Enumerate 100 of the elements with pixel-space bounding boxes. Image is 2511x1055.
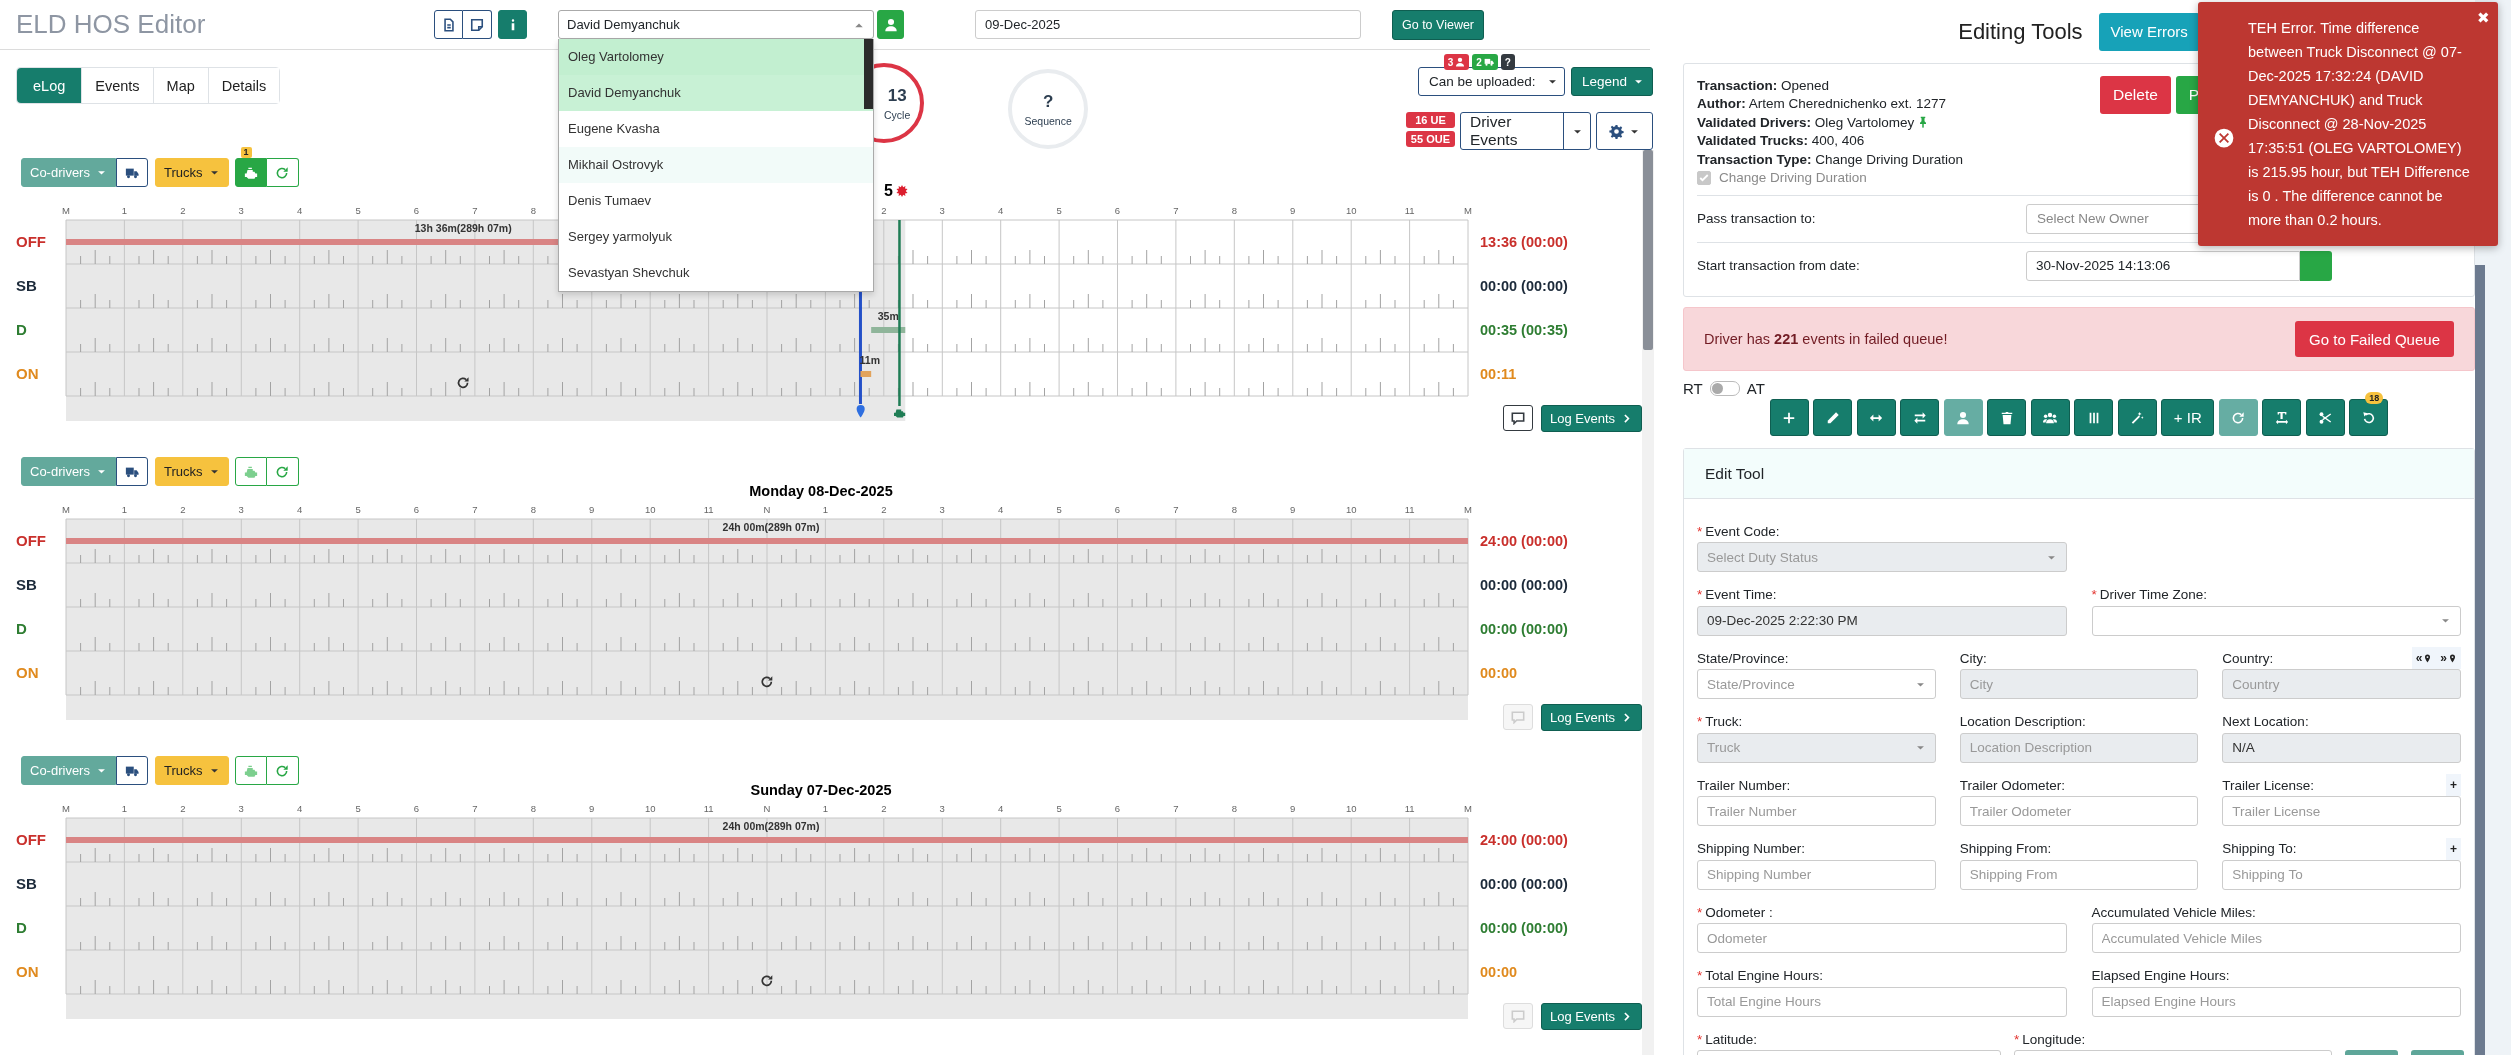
scrollbar[interactable] bbox=[864, 39, 873, 109]
driver-option[interactable]: Mikhail Ostrovyk bbox=[559, 147, 873, 183]
required-mark: * bbox=[2014, 1031, 2020, 1047]
input-field[interactable]: Trailer Number bbox=[1697, 796, 1936, 826]
status-label: OFF bbox=[15, 830, 47, 850]
tool-button[interactable] bbox=[1769, 399, 1809, 436]
count-badge[interactable]: ? bbox=[1500, 54, 1515, 70]
hour-label: 10 bbox=[644, 504, 656, 515]
status-total: 24:00 (00:00) bbox=[1480, 532, 1569, 551]
small-button[interactable]: + bbox=[2446, 774, 2461, 796]
tab[interactable]: Details bbox=[207, 68, 280, 103]
input-field[interactable]: Accumulated Vehicle Miles bbox=[2091, 923, 2461, 953]
date-field[interactable]: 30-Nov-2025 14:13:06 bbox=[2026, 250, 2300, 281]
field-label: Shipping To: bbox=[2222, 841, 2297, 856]
input-field[interactable]: Trailer License bbox=[2222, 796, 2461, 826]
truck-button[interactable] bbox=[115, 158, 148, 187]
app-title: ELD HOS Editor bbox=[16, 9, 207, 40]
input-field[interactable]: Shipping Number bbox=[1697, 859, 1936, 890]
input-field[interactable]: Shipping To bbox=[2222, 859, 2461, 890]
trucks-button[interactable]: Trucks bbox=[154, 158, 229, 187]
transaction-info: Transaction: Opened bbox=[1697, 77, 1830, 93]
input-field[interactable]: Elapsed Engine Hours bbox=[2091, 986, 2461, 1017]
select-field[interactable] bbox=[2091, 605, 2461, 636]
driver-select[interactable]: David Demyanchuk bbox=[558, 10, 874, 39]
calendar-button[interactable] bbox=[2300, 250, 2332, 281]
refresh-button[interactable] bbox=[266, 158, 299, 187]
truck-button[interactable] bbox=[115, 457, 148, 486]
events-select[interactable]: Driver Events bbox=[1460, 112, 1591, 150]
driver-option[interactable]: Denis Tumaev bbox=[559, 183, 873, 219]
sync-icon[interactable] bbox=[761, 975, 773, 987]
tool-button[interactable] bbox=[1813, 399, 1853, 436]
close-button[interactable]: ✖ bbox=[2475, 8, 2492, 27]
tool-button[interactable] bbox=[1856, 399, 1896, 436]
driver-option[interactable]: Sevastyan Shevchuk bbox=[559, 255, 873, 291]
engine-button[interactable] bbox=[234, 457, 267, 486]
driver-option[interactable]: Eugene Kvasha bbox=[559, 111, 873, 147]
hour-label: 10 bbox=[1345, 205, 1357, 216]
engine-button[interactable] bbox=[234, 158, 267, 187]
queue-badge: 16 UE bbox=[1405, 112, 1455, 128]
input-field[interactable]: Trailer Odometer bbox=[1959, 796, 2199, 826]
log-events-button[interactable]: Log Events bbox=[1540, 1003, 1642, 1030]
tool-button[interactable] bbox=[2305, 399, 2345, 436]
truck-icon bbox=[1483, 57, 1494, 67]
hour-label: M bbox=[1464, 205, 1472, 216]
tool-button[interactable] bbox=[1900, 399, 1940, 436]
settings-button[interactable] bbox=[1596, 112, 1653, 150]
hour-label: 1 bbox=[121, 504, 128, 515]
hour-label: M bbox=[62, 803, 70, 814]
small-button[interactable]: + bbox=[2446, 837, 2461, 860]
document-button[interactable] bbox=[434, 10, 463, 39]
refresh-button[interactable] bbox=[266, 457, 299, 486]
status-label: SB bbox=[15, 276, 38, 296]
hour-label: 8 bbox=[1231, 205, 1237, 216]
sync-icon[interactable] bbox=[761, 676, 773, 688]
hour-label: 9 bbox=[589, 504, 595, 515]
engine-button[interactable] bbox=[234, 756, 267, 785]
duty-segment[interactable] bbox=[860, 371, 872, 377]
input-field[interactable]: Shipping From bbox=[1959, 859, 2199, 890]
user-button[interactable] bbox=[877, 10, 904, 39]
delete-button[interactable]: Delete bbox=[2100, 76, 2171, 114]
refresh-button[interactable] bbox=[266, 756, 299, 785]
tool-button[interactable] bbox=[2117, 399, 2157, 436]
duty-segment[interactable] bbox=[871, 327, 906, 333]
tool-button[interactable] bbox=[2349, 399, 2389, 436]
field-label: State/Province: bbox=[1697, 650, 1789, 666]
driver-option[interactable]: Sergey yarmolyuk bbox=[559, 219, 873, 255]
tool-button[interactable]: + IR bbox=[2161, 399, 2215, 436]
driver-option[interactable]: David Demyanchuk bbox=[559, 75, 873, 111]
scrollbar[interactable] bbox=[2475, 265, 2485, 1055]
info-button[interactable] bbox=[498, 10, 527, 39]
scrollbar[interactable] bbox=[1643, 150, 1653, 350]
hour-label: 3 bbox=[238, 504, 244, 515]
text-width-icon bbox=[2274, 410, 2289, 425]
tool-button[interactable] bbox=[2262, 399, 2302, 436]
hour-label: 6 bbox=[1114, 205, 1121, 216]
hour-label: M bbox=[1464, 803, 1472, 814]
hour-label: 8 bbox=[1231, 803, 1237, 814]
go-to-viewer-button[interactable]: Go to Viewer bbox=[1392, 9, 1485, 40]
note-button[interactable] bbox=[463, 10, 492, 39]
date-field[interactable]: 09-Dec-2025 bbox=[975, 10, 1361, 39]
legend-button[interactable]: Legend bbox=[1570, 67, 1653, 96]
trucks-button[interactable]: Trucks bbox=[154, 756, 229, 785]
trucks-button[interactable]: Trucks bbox=[154, 457, 229, 486]
hour-label: 3 bbox=[939, 205, 945, 216]
toggle-switch[interactable] bbox=[1709, 381, 1740, 396]
checkbox-label: Change Driving Duration bbox=[1719, 170, 1867, 185]
tool-button[interactable] bbox=[1987, 399, 2027, 436]
sync-icon[interactable] bbox=[457, 377, 469, 389]
input-field[interactable]: Total Engine Hours bbox=[1697, 986, 2067, 1017]
input-field[interactable]: Odometer bbox=[1697, 923, 2067, 953]
user-icon bbox=[883, 17, 898, 32]
log-events-button[interactable]: Log Events bbox=[1540, 704, 1642, 731]
truck-button[interactable] bbox=[115, 756, 148, 785]
log-events-button[interactable]: Log Events bbox=[1540, 405, 1642, 432]
failed-queue-button[interactable]: Go to Failed Queue bbox=[2295, 321, 2454, 357]
tool-button[interactable] bbox=[2030, 399, 2070, 436]
tab[interactable]: eLog bbox=[17, 68, 82, 103]
count-badge[interactable]: 3 bbox=[1443, 54, 1470, 70]
comment-button[interactable] bbox=[1502, 405, 1533, 431]
tool-button[interactable] bbox=[2074, 399, 2114, 436]
